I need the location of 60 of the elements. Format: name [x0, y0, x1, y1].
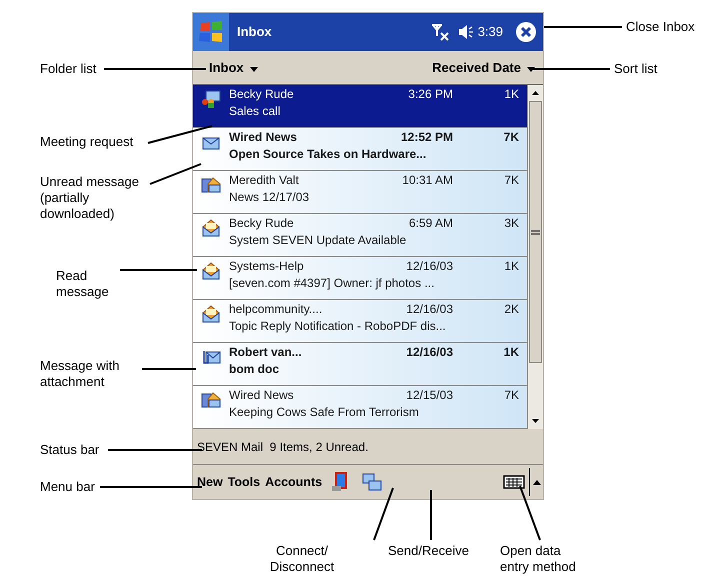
message-time: 3:26 PM — [407, 86, 453, 103]
message-subject: Open Source Takes on Hardware... — [229, 146, 426, 163]
window-title: Inbox — [237, 23, 272, 42]
message-row[interactable]: helpcommunity.... 12/16/03 2K Topic Reply Notification - RoboPDF dis... — [193, 300, 527, 343]
message-time: 12/16/03 — [405, 301, 453, 318]
callout-label: Message with attachment — [40, 358, 120, 390]
status-bar-text: SEVEN Mail 9 Items, 2 Unread. — [197, 438, 368, 456]
message-row[interactable]: Robert van... 12/16/03 1K bom doc — [193, 343, 527, 386]
message-sender: helpcommunity.... — [229, 301, 324, 318]
message-subject: bom doc — [229, 361, 279, 378]
callout-label: Send/Receive — [388, 543, 469, 559]
callout-label: Sort list — [614, 61, 658, 77]
message-row[interactable]: Becky Rude 6:59 AM 3K System SEVEN Update Available — [193, 214, 527, 257]
message-time: 12/16/03 — [405, 258, 453, 275]
message-sender: Becky Rude — [229, 215, 295, 232]
menu-item[interactable]: Tools — [228, 472, 260, 492]
message-time: 12:52 PM — [400, 129, 453, 146]
message-subject: News 12/17/03 — [229, 189, 310, 206]
message-size: 7K — [504, 387, 519, 404]
message-sender: Systems-Help — [229, 258, 305, 275]
message-sender: Robert van... — [229, 344, 303, 361]
callout-label: Folder list — [40, 61, 96, 77]
message-row[interactable]: Systems-Help 12/16/03 1K [seven.com #4397] Owner: jf photos ... — [193, 257, 527, 300]
callout-label: Connect/ Disconnect — [268, 543, 336, 575]
message-row[interactable]: Wired News 12/15/03 7K Keeping Cows Safe From Terrorism — [193, 386, 527, 429]
menu-item[interactable]: New — [197, 472, 223, 492]
callout-label: Status bar — [40, 442, 100, 458]
callout-label: Unread message (partially downloaded) — [40, 174, 140, 222]
menu-item[interactable]: Accounts — [265, 472, 322, 492]
message-sender: Wired News — [229, 387, 295, 404]
message-time: 10:31 AM — [401, 172, 453, 189]
message-subject: [seven.com #4397] Owner: jf photos ... — [229, 275, 434, 292]
message-sender: Wired News — [229, 129, 298, 146]
callout-label: Close Inbox — [626, 19, 695, 35]
message-time: 6:59 AM — [408, 215, 453, 232]
message-subject: System SEVEN Update Available — [229, 232, 406, 249]
clock-time[interactable]: 3:39 — [478, 22, 503, 42]
folder-list-dropdown[interactable]: Inbox — [209, 58, 258, 78]
message-row[interactable]: Wired News 12:52 PM 7K Open Source Takes on Hardware... — [193, 128, 527, 171]
message-subject: Topic Reply Notification - RoboPDF dis... — [229, 318, 446, 335]
message-size: 2K — [504, 301, 519, 318]
message-subject: Sales call — [229, 103, 280, 120]
message-time: 12/15/03 — [405, 387, 453, 404]
callout-label: Menu bar — [40, 479, 95, 495]
message-size: 1K — [504, 86, 519, 103]
sort-list-dropdown[interactable]: Received Date — [432, 58, 535, 78]
message-size: 1K — [504, 344, 519, 361]
message-size: 7K — [504, 129, 519, 146]
message-size: 7K — [504, 172, 519, 189]
message-row[interactable]: Meredith Valt 10:31 AM 7K News 12/17/03 — [193, 171, 527, 214]
message-subject: Keeping Cows Safe From Terrorism — [229, 404, 419, 421]
callout-label: Meeting request — [40, 134, 134, 150]
message-sender: Meredith Valt — [229, 172, 300, 189]
callout-label: Open data entry method — [500, 543, 577, 575]
callout-label: Read message — [56, 268, 110, 300]
message-time: 12/16/03 — [405, 344, 453, 361]
message-size: 1K — [504, 258, 519, 275]
message-sender: Becky Rude — [229, 86, 295, 103]
message-size: 3K — [504, 215, 519, 232]
message-row[interactable]: Becky Rude 3:26 PM 1K Sales call — [193, 85, 527, 128]
